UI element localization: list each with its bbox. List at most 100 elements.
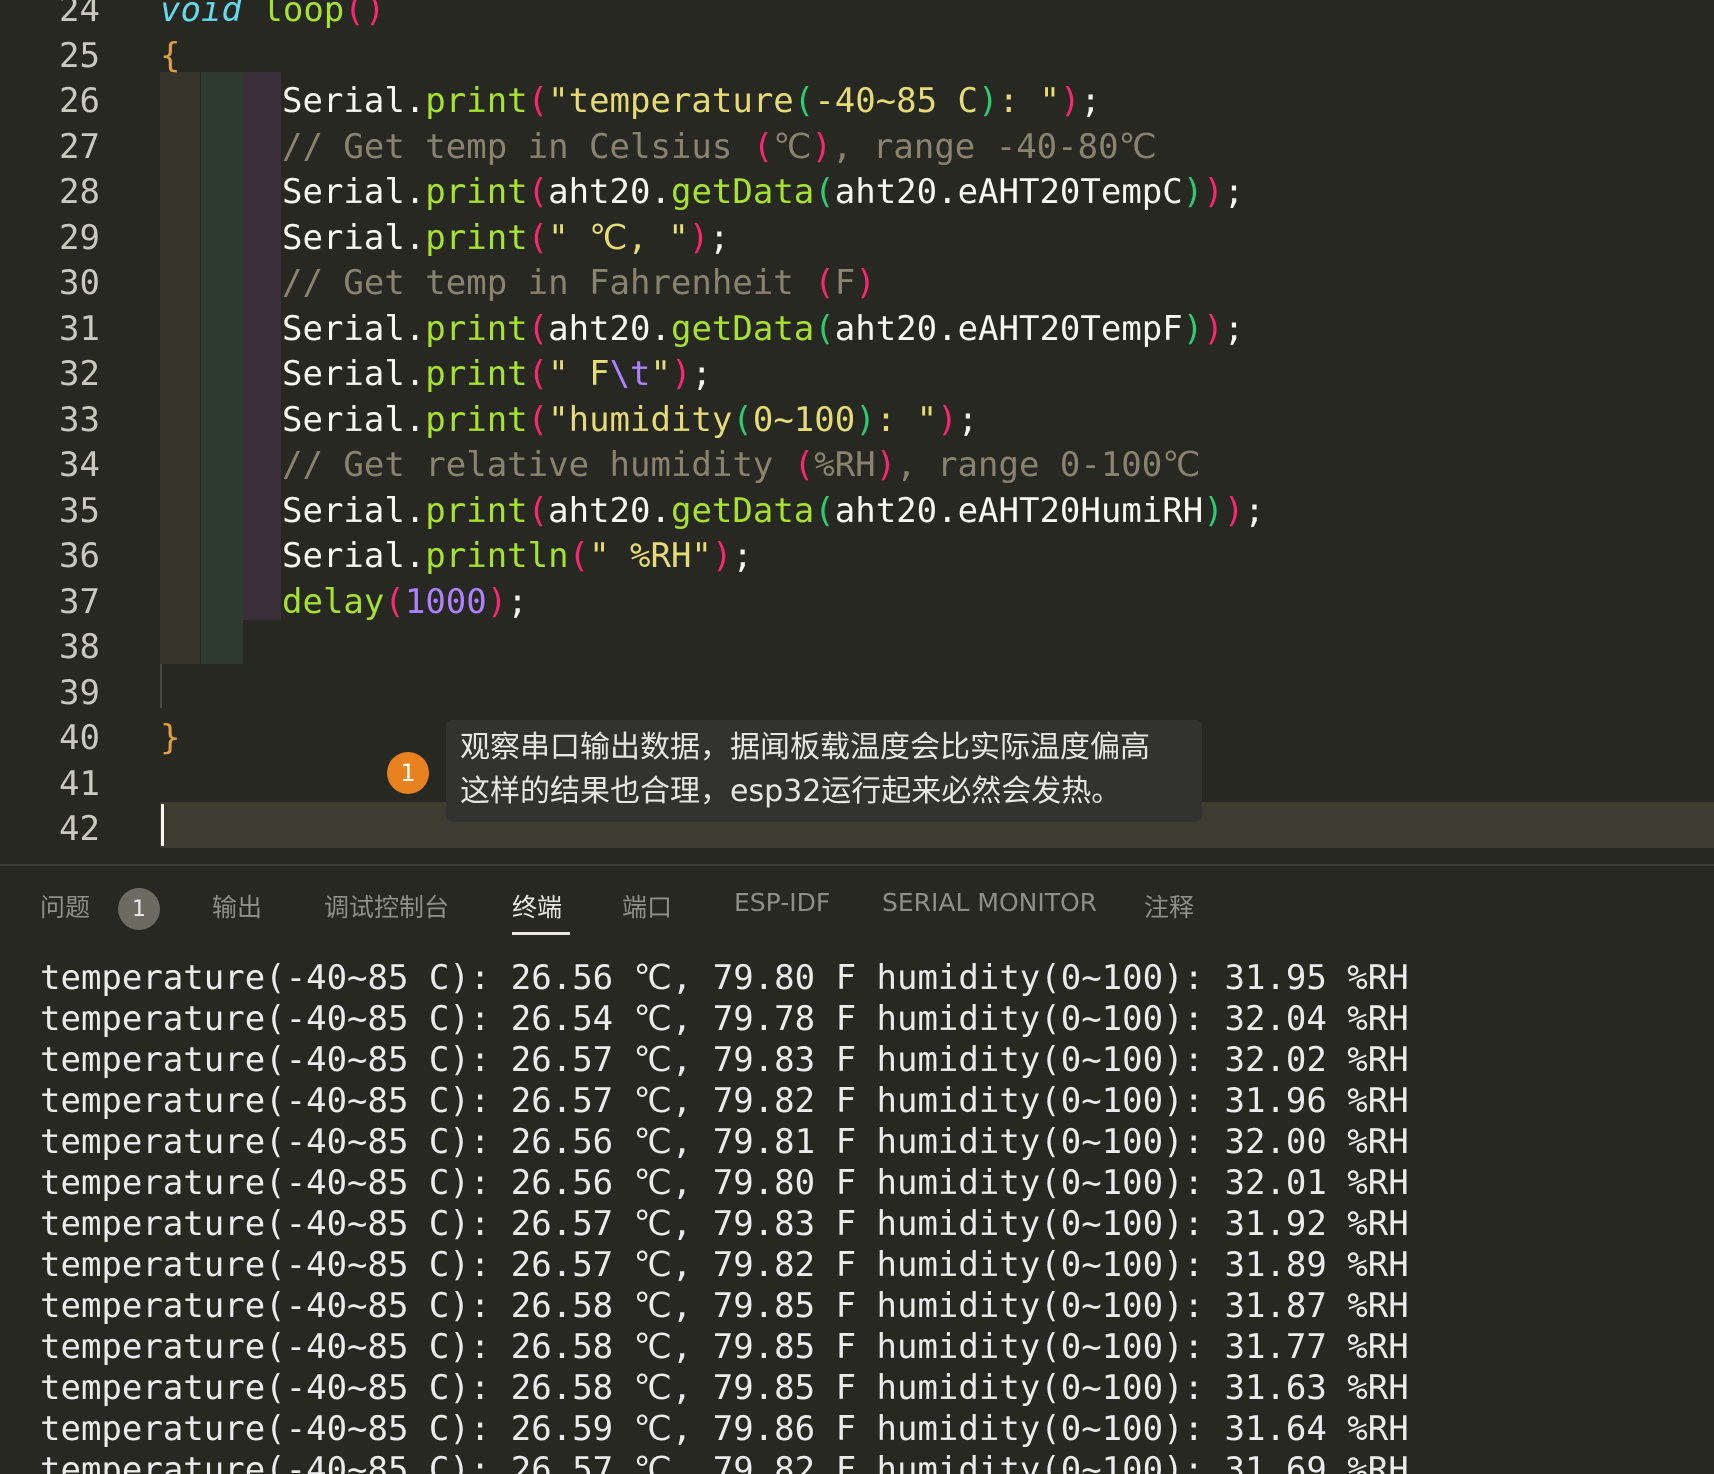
code-token: " %RH" xyxy=(589,536,712,576)
code-text: { xyxy=(160,34,180,80)
code-token: print xyxy=(425,81,528,121)
terminal-line: temperature(-40~85 C): 26.56 ℃, 79.80 F … xyxy=(40,958,1409,998)
line-number: 39 xyxy=(59,672,100,713)
code-token: void xyxy=(160,0,242,30)
code-token: \t xyxy=(609,354,651,394)
code-text: delay(1000); xyxy=(282,580,528,626)
code-token: ( xyxy=(527,172,549,212)
text-cursor xyxy=(161,804,164,846)
code-token: () xyxy=(344,0,386,30)
terminal-line: temperature(-40~85 C): 26.59 ℃, 79.86 F … xyxy=(40,1409,1409,1449)
line-number: 25 xyxy=(59,35,100,76)
code-token: ( xyxy=(384,581,405,622)
terminal-line: temperature(-40~85 C): 26.57 ℃, 79.82 F … xyxy=(40,1450,1409,1474)
line-number: 37 xyxy=(59,581,100,622)
line-number: 34 xyxy=(59,445,100,485)
code-token: println xyxy=(425,536,569,576)
code-token: , range -40-80℃ xyxy=(831,126,1157,167)
code-line: 25 { xyxy=(0,34,1714,80)
code-token: Serial. xyxy=(282,217,426,258)
line-number: 26 xyxy=(59,81,100,121)
annotation-badge[interactable]: 1 xyxy=(387,752,429,794)
code-line: 26 Serial.print("temperature(-40~85 C): "… xyxy=(0,79,1714,125)
code-line: 36 Serial.println(" %RH"); xyxy=(0,534,1714,580)
code-token: Serial. xyxy=(282,172,426,212)
code-token: -40~85 C xyxy=(814,81,979,121)
code-token: ) xyxy=(855,399,876,440)
terminal-line: temperature(-40~85 C): 26.58 ℃, 79.85 F … xyxy=(40,1368,1409,1408)
code-token: Serial. xyxy=(282,308,426,349)
code-line: 28 Serial.print(aht20.getData(aht20.eAHT2… xyxy=(0,170,1714,216)
tab-problems[interactable]: 问题 xyxy=(40,888,90,924)
code-token: aht20. xyxy=(548,172,671,212)
code-token: ; xyxy=(1244,490,1265,531)
line-number: 33 xyxy=(59,399,100,440)
code-token: // Get relative humidity xyxy=(282,445,794,485)
code-token: ) xyxy=(1182,308,1204,349)
line-number: 30 xyxy=(59,263,100,303)
active-tab-indicator xyxy=(512,932,570,935)
code-token: ; xyxy=(507,581,528,622)
code-token: } xyxy=(160,718,181,758)
code-token: : " xyxy=(998,81,1060,121)
code-token: ( xyxy=(527,81,549,121)
code-token: ; xyxy=(1080,81,1101,121)
code-token: F xyxy=(834,263,856,303)
code-token: " F xyxy=(548,354,610,394)
code-line: 29 Serial.print(" ℃, "); xyxy=(0,216,1714,262)
code-token: ) xyxy=(486,581,508,622)
code-text: Serial.print(" F\t"); xyxy=(282,352,712,398)
code-text: Serial.print("humidity(0~100): "); xyxy=(282,398,978,444)
tab-ports[interactable]: 端口 xyxy=(622,888,672,924)
code-token: , range 0-100℃ xyxy=(896,445,1201,485)
code-token: ; xyxy=(732,536,753,576)
code-text: } xyxy=(160,716,180,762)
code-token: { xyxy=(160,35,181,76)
code-editor[interactable]: 24 void loop() 25{26 Serial.print("temperat… xyxy=(0,0,1714,864)
code-token: print xyxy=(425,354,528,394)
code-token: aht20. xyxy=(548,490,671,531)
code-token: print xyxy=(425,399,528,440)
code-token: ( xyxy=(527,217,549,258)
code-token: ( xyxy=(814,490,835,531)
code-token: ; xyxy=(691,354,712,394)
code-token: print xyxy=(425,172,528,212)
code-token: aht20.eAHT20TempC xyxy=(834,172,1183,212)
tab-output[interactable]: 输出 xyxy=(212,888,262,924)
line-number: 28 xyxy=(59,172,100,212)
tab-terminal[interactable]: 终端 xyxy=(512,888,562,924)
annotation-line-2: 这样的结果也合理，esp32运行起来必然会发热。 xyxy=(460,774,1122,809)
line-number: 27 xyxy=(59,126,100,167)
code-token: ; xyxy=(1223,308,1245,349)
code-token: ) xyxy=(978,81,999,121)
line-number: 24 xyxy=(59,0,100,30)
terminal-line: temperature(-40~85 C): 26.57 ℃, 79.83 F … xyxy=(40,1040,1409,1080)
code-token: ; xyxy=(957,399,979,440)
code-token: ) xyxy=(811,126,832,167)
terminal-line: temperature(-40~85 C): 26.57 ℃, 79.82 F … xyxy=(40,1081,1409,1121)
code-token: print xyxy=(425,217,528,258)
code-token: ( xyxy=(527,354,549,394)
code-token: ) xyxy=(1203,308,1224,349)
code-token: ( xyxy=(752,126,774,167)
code-token: getData xyxy=(670,172,815,212)
tab-debug-console[interactable]: 调试控制台 xyxy=(324,888,449,924)
code-token: " ℃, " xyxy=(548,217,689,258)
code-token: ) xyxy=(937,399,958,440)
tab-serial-monitor[interactable]: SERIAL MONITOR xyxy=(882,888,1097,917)
tab-esp-idf[interactable]: ESP-IDF xyxy=(734,888,830,917)
code-token: Serial. xyxy=(282,354,426,394)
terminal-line: temperature(-40~85 C): 26.58 ℃, 79.85 F … xyxy=(40,1327,1409,1367)
code-token: // Get temp in Celsius xyxy=(282,126,753,167)
annotation-comment: 观察串口输出数据，据闻板载温度会比实际温度偏高 这样的结果也合理，esp32运行… xyxy=(446,720,1202,822)
code-token: "temperature xyxy=(548,81,794,121)
code-line: 24 void loop() xyxy=(0,0,1714,34)
terminal-line: temperature(-40~85 C): 26.57 ℃, 79.82 F … xyxy=(40,1245,1409,1285)
annotation-line-1: 观察串口输出数据，据闻板载温度会比实际温度偏高 xyxy=(460,730,1150,765)
code-token: ( xyxy=(814,308,835,349)
terminal-line: temperature(-40~85 C): 26.54 ℃, 79.78 F … xyxy=(40,999,1409,1039)
code-line: 32 Serial.print(" F\t"); xyxy=(0,352,1714,398)
tab-comments[interactable]: 注释 xyxy=(1144,888,1194,924)
code-token: print xyxy=(425,490,528,531)
